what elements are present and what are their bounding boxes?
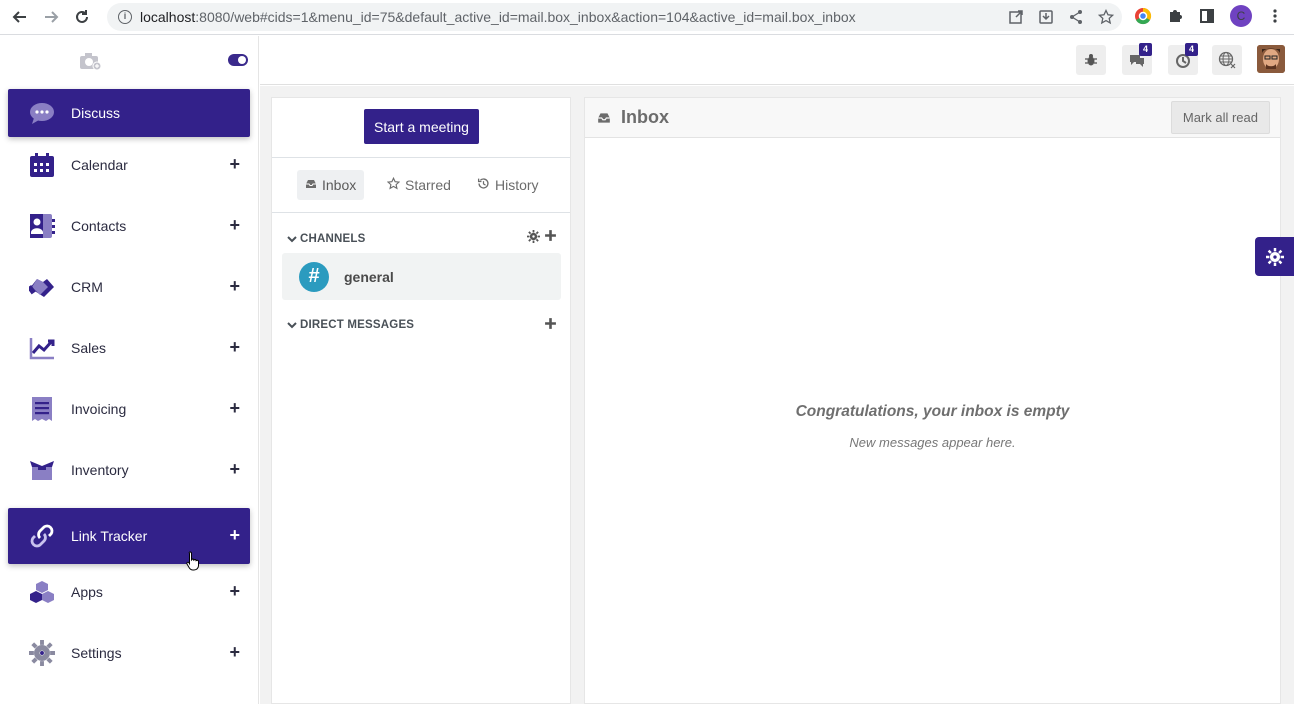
- thread-header: Inbox Mark all read: [585, 98, 1280, 138]
- bookmark-star-icon[interactable]: [1097, 8, 1115, 25]
- contact-card-icon: [29, 213, 55, 239]
- discuss-sidebar: Start a meeting Inbox Starred History CH…: [271, 97, 571, 704]
- chat-bubbles-icon: [29, 100, 55, 126]
- add-link-tracker-plus-icon[interactable]: +: [229, 526, 240, 544]
- sidebar-item-sales[interactable]: Sales +: [8, 324, 250, 372]
- box-icon: [29, 457, 55, 483]
- sidebar-item-settings[interactable]: Settings +: [8, 629, 250, 677]
- direct-messages-header: DIRECT MESSAGES: [300, 319, 415, 331]
- sidebar-item-apps[interactable]: Apps +: [8, 568, 250, 616]
- link-icon: [29, 523, 55, 549]
- add-direct-message-plus-icon[interactable]: [544, 317, 557, 333]
- language-globe-icon[interactable]: [1212, 45, 1242, 75]
- direct-messages-category-toggle[interactable]: DIRECT MESSAGES: [286, 317, 414, 333]
- channels-header: CHANNELS: [300, 233, 366, 245]
- sidebar-item-label: Invoicing: [71, 401, 127, 417]
- add-apps-plus-icon[interactable]: +: [229, 582, 240, 600]
- sidebar-item-calendar[interactable]: Calendar +: [8, 141, 250, 189]
- activity-menu-button[interactable]: 4: [1168, 43, 1198, 75]
- sidebar-item-crm[interactable]: CRM +: [8, 263, 250, 311]
- add-channel-plus-icon[interactable]: [544, 229, 557, 245]
- site-info-icon[interactable]: i: [118, 10, 132, 24]
- gear-icon: [29, 640, 55, 666]
- thread-title: Inbox: [621, 107, 669, 127]
- channel-name: general: [344, 268, 394, 285]
- add-contacts-plus-icon[interactable]: +: [229, 216, 240, 234]
- empty-inbox-title: Congratulations, your inbox is empty: [795, 403, 1070, 420]
- chrome-extension-icon[interactable]: [1134, 7, 1152, 25]
- sidebar-item-label: Discuss: [71, 105, 121, 121]
- sidebar-item-label: Contacts: [71, 218, 127, 234]
- cubes-icon: [29, 579, 55, 605]
- sidebar-item-contacts[interactable]: Contacts +: [8, 202, 250, 250]
- thread-view: Inbox Mark all read Congratulations, you…: [584, 97, 1281, 704]
- open-external-icon[interactable]: [1008, 9, 1024, 25]
- sidebar-item-label: Settings: [71, 645, 122, 661]
- sidebar-item-invoicing[interactable]: Invoicing +: [8, 385, 250, 433]
- sidebar-item-label: Link Tracker: [71, 528, 148, 544]
- side-panel-icon[interactable]: [1198, 7, 1216, 25]
- forward-icon[interactable]: [40, 6, 62, 28]
- add-settings-plus-icon[interactable]: +: [229, 643, 240, 661]
- sidebar-toggle[interactable]: [228, 54, 248, 66]
- tab-history-label: History: [495, 177, 539, 193]
- add-crm-plus-icon[interactable]: +: [229, 277, 240, 295]
- activities-count-badge: 4: [1185, 43, 1198, 56]
- tab-starred-label: Starred: [405, 177, 451, 193]
- star-icon: [386, 176, 401, 193]
- sidebar-item-link-tracker[interactable]: Link Tracker +: [8, 508, 250, 564]
- calendar-icon: [29, 152, 55, 178]
- channel-hash-avatar: #: [299, 261, 329, 292]
- channels-category-toggle[interactable]: CHANNELS: [286, 231, 366, 247]
- chevron-down-icon: [286, 319, 298, 331]
- browser-toolbar: i localhost:8080/web#cids=1&menu_id=75&d…: [0, 0, 1294, 35]
- add-calendar-plus-icon[interactable]: +: [229, 155, 240, 173]
- sidebar-item-label: Sales: [71, 340, 107, 356]
- url-text: localhost:8080/web#cids=1&menu_id=75&def…: [140, 9, 856, 25]
- tab-starred[interactable]: Starred: [379, 170, 459, 200]
- camera-icon[interactable]: [79, 52, 102, 71]
- add-invoicing-plus-icon[interactable]: +: [229, 399, 240, 417]
- profile-avatar[interactable]: C: [1230, 5, 1252, 27]
- add-inventory-plus-icon[interactable]: +: [229, 460, 240, 478]
- receipt-icon: [29, 396, 55, 422]
- sidebar-item-label: Calendar: [71, 157, 128, 173]
- channel-item-general[interactable]: # general: [282, 253, 561, 300]
- more-menu-icon[interactable]: [1266, 7, 1284, 25]
- tab-history[interactable]: History: [469, 170, 547, 200]
- user-avatar[interactable]: [1257, 45, 1285, 73]
- trend-chart-icon: [29, 335, 55, 361]
- mark-all-read-button[interactable]: Mark all read: [1170, 101, 1270, 134]
- handshake-icon: [29, 274, 55, 300]
- inbox-tray-icon: [305, 178, 317, 192]
- messaging-menu-button[interactable]: 4: [1122, 43, 1152, 75]
- address-bar[interactable]: i localhost:8080/web#cids=1&menu_id=75&d…: [107, 3, 1122, 31]
- back-icon[interactable]: [9, 6, 31, 28]
- add-sales-plus-icon[interactable]: +: [229, 338, 240, 356]
- inbox-tray-icon: [597, 111, 611, 125]
- extensions-puzzle-icon[interactable]: [1166, 7, 1184, 25]
- tab-inbox[interactable]: Inbox: [297, 170, 365, 200]
- empty-inbox-subtitle: New messages appear here.: [849, 435, 1016, 450]
- sidebar-item-label: Inventory: [71, 462, 129, 478]
- chevron-down-icon: [286, 233, 298, 245]
- sidebar-item-inventory[interactable]: Inventory +: [8, 446, 250, 494]
- messages-count-badge: 4: [1139, 43, 1152, 56]
- floating-settings-gear-icon[interactable]: [1255, 237, 1294, 276]
- mouse-pointer-icon: [186, 551, 200, 571]
- systray-bar: 4 4: [260, 36, 1294, 85]
- channel-settings-gear-icon[interactable]: [527, 230, 540, 246]
- tab-inbox-label: Inbox: [322, 177, 357, 193]
- history-icon: [477, 177, 490, 193]
- debug-bug-icon[interactable]: [1076, 45, 1106, 75]
- sidebar-item-discuss[interactable]: Discuss: [8, 89, 250, 137]
- install-icon[interactable]: [1038, 9, 1054, 25]
- reload-icon[interactable]: [71, 6, 93, 28]
- start-meeting-button[interactable]: Start a meeting: [364, 109, 479, 144]
- sidebar-item-label: Apps: [71, 584, 103, 600]
- share-icon[interactable]: [1068, 9, 1084, 25]
- sidebar-item-label: CRM: [71, 279, 103, 295]
